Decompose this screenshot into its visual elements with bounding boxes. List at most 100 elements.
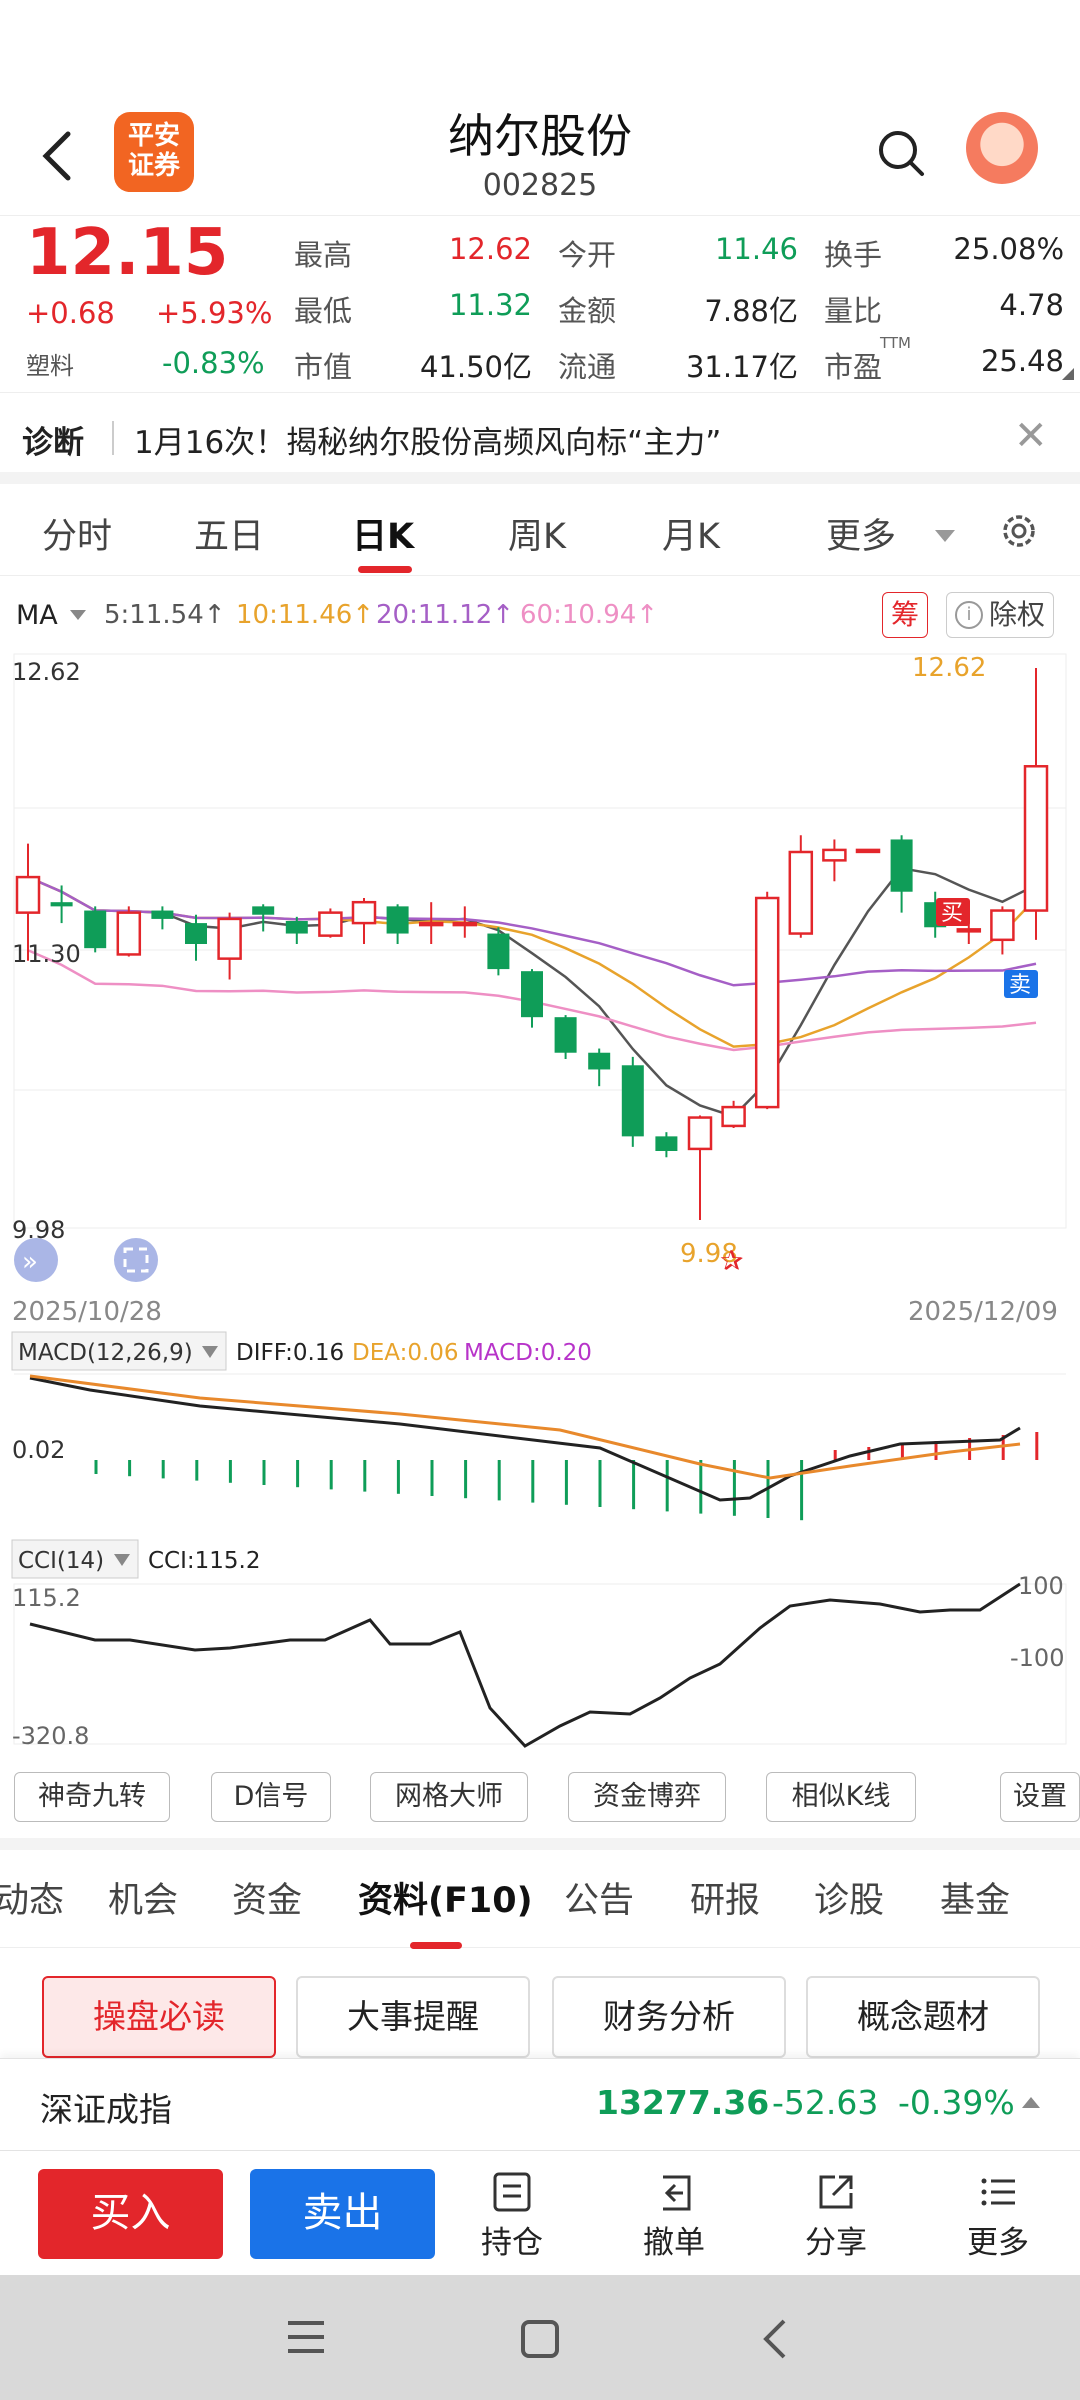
tab-daily-k[interactable]: 日K [352,508,414,559]
chevron-down-icon[interactable] [935,530,955,542]
index-pct: -0.39% [898,2083,1015,2122]
tool-grid-master[interactable]: 网格大师 [370,1772,528,1822]
ma-dropdown-icon[interactable] [70,610,86,620]
tab-diagnosis[interactable]: 诊股 [814,1872,884,1923]
candle [521,969,543,1028]
tab-monthly-k[interactable]: 月K [662,508,720,559]
dea-value: DEA:0.06 [352,1340,459,1366]
subtab-trading-must-read[interactable]: 操盘必读 [42,1976,276,2058]
label-open: 今开 [558,238,617,272]
tab-research[interactable]: 研报 [690,1872,760,1923]
candle [487,927,510,976]
price-change: +0.68 [26,296,115,330]
active-tab-indicator [358,566,412,573]
sell-button[interactable]: 卖出 [250,2169,435,2259]
candle [990,906,1015,955]
last-price: 12.15 [26,216,229,290]
chevron-up-icon[interactable] [1022,2097,1040,2108]
label-amount: 金额 [558,294,617,328]
tab-fund[interactable]: 基金 [940,1872,1010,1923]
pe-ttm-superscript: TTM [880,334,912,352]
close-icon[interactable]: ✕ [1014,413,1048,459]
cancel-order-button[interactable]: 撤单 [614,2171,734,2262]
candle [386,904,409,944]
kline-period-tabs: 分时 五日 日K 周K 月K 更多 [0,490,1080,576]
candle [452,906,478,938]
candle [1023,668,1049,940]
collapse-sidebar-icon[interactable]: » [14,1238,58,1282]
candle [788,835,814,938]
chip-distribution-button[interactable]: 筹 [882,592,929,638]
signal-star-icon: ✰ [720,1244,743,1277]
label-volume-ratio: 量比 [824,294,883,328]
more-button[interactable]: 更多 [938,2171,1058,2262]
tab-capital[interactable]: 资金 [232,1872,302,1923]
diff-value: DIFF:0.16 [236,1340,344,1366]
gear-icon[interactable] [998,510,1040,552]
menu-icon[interactable] [286,2319,326,2355]
info-tabs: 动态 机会 资金 资料(F10) 公告 研报 诊股 基金 [0,1838,1080,1949]
active-tab-indicator [410,1942,462,1949]
ma5-value: 5:11.54↑ [104,600,226,630]
y-label-mid: 11.30 [12,940,81,968]
value-pe: 25.48 [980,344,1064,378]
label-pe: 市盈 [824,350,883,384]
home-icon[interactable] [520,2319,560,2359]
subtab-concepts[interactable]: 概念题材 [806,1976,1040,2058]
candle [687,1115,713,1220]
index-ticker[interactable]: 深证成指 13277.36 -52.63 -0.39% [0,2058,1080,2150]
search-icon[interactable] [876,128,926,178]
svg-text:买: 买 [941,901,963,926]
divider [112,421,114,455]
ma20-line [27,875,1037,987]
candle [956,923,982,944]
tool-d-signal[interactable]: D信号 [211,1772,331,1822]
date-start: 2025/10/28 [12,1297,162,1327]
ma-selector[interactable]: MA [16,600,58,631]
candle [217,912,242,980]
tab-opportunity[interactable]: 机会 [108,1872,178,1923]
price-change-pct: +5.93% [156,296,273,330]
label-low: 最低 [294,294,353,328]
expand-corner-icon[interactable] [1062,368,1074,380]
tab-dynamics[interactable]: 动态 [0,1872,64,1923]
buy-button[interactable]: 买入 [38,2169,223,2259]
buy-marker: 买 [936,898,970,926]
positions-button[interactable]: 持仓 [452,2171,572,2262]
tab-weekly-k[interactable]: 周K [508,508,566,559]
tab-announcements[interactable]: 公告 [564,1872,634,1923]
tool-similar-k[interactable]: 相似K线 [766,1772,916,1822]
tool-settings[interactable]: 设置 [1000,1772,1080,1822]
diagnosis-text[interactable]: 1月16次！揭秘纳尔股份高频风向标“主力” [134,417,721,462]
more-label: 更多 [967,2225,1029,2261]
tab-f10[interactable]: 资料(F10) [358,1872,533,1923]
label-float-cap: 流通 [558,350,617,384]
ma20-value: 20:11.12↑ [376,600,515,630]
back-icon[interactable] [760,2317,790,2361]
candle [418,902,444,944]
tab-more[interactable]: 更多 [826,508,896,559]
subtab-events[interactable]: 大事提醒 [296,1976,530,2058]
candle [655,1132,678,1158]
kline-chart[interactable]: 12.62 11.30 9.98 12.62 9.98 ✰ 买 卖 » 2025… [0,640,1080,1760]
share-label: 分享 [805,2225,867,2261]
cancel-order-label: 撤单 [643,2225,705,2261]
candle [822,839,847,882]
assistant-avatar[interactable] [966,112,1038,184]
candle [721,1100,746,1128]
tab-intraday[interactable]: 分时 [42,508,112,559]
ex-rights-button[interactable]: i 除权 [946,592,1055,638]
share-button[interactable]: 分享 [776,2171,896,2262]
fullscreen-icon[interactable] [114,1238,158,1282]
value-market-cap: 41.50亿 [419,350,532,384]
diagnosis-banner[interactable]: 诊断 1月16次！揭秘纳尔股份高频风向标“主力” ✕ [0,392,1080,484]
tool-magic-nine[interactable]: 神奇九转 [14,1772,170,1822]
candle [754,891,780,1110]
candle [621,1056,644,1147]
tool-capital-game[interactable]: 资金博弈 [568,1772,726,1822]
sector-name[interactable]: 塑料 [26,346,74,381]
subtab-financials[interactable]: 财务分析 [552,1976,786,2058]
index-change: -52.63 [772,2083,879,2122]
tab-five-day[interactable]: 五日 [194,508,264,559]
svg-text:卖: 卖 [1009,973,1031,998]
